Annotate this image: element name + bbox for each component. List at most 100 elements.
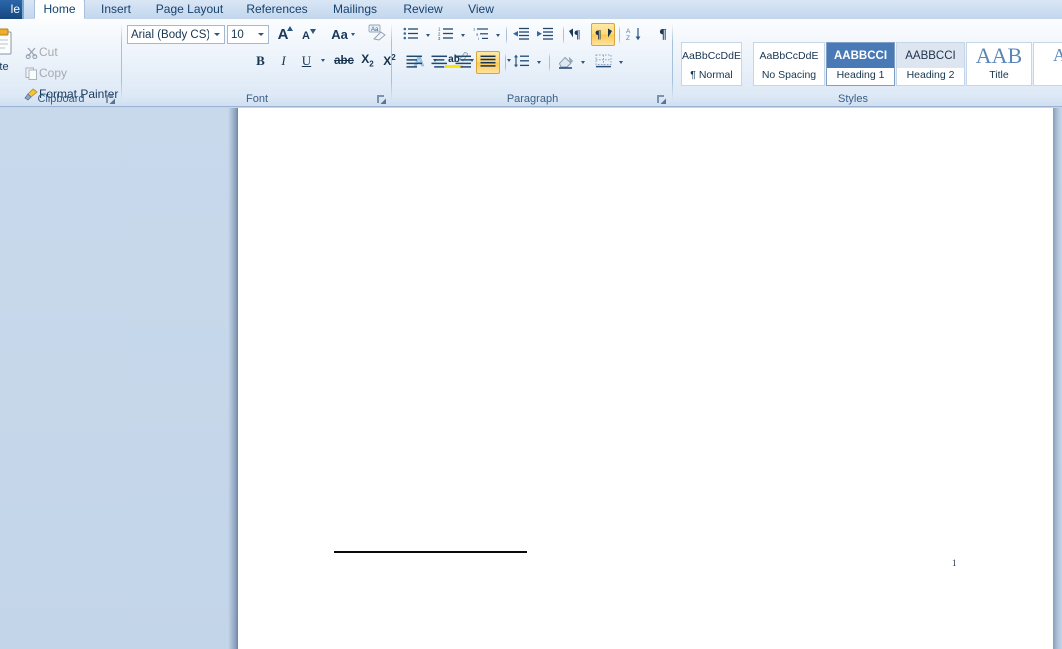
style-heading-1-label: Heading 1 (836, 69, 885, 81)
style-title[interactable]: AAB Title (966, 42, 1032, 86)
cut-label: Cut (39, 45, 58, 59)
borders-dropdown-button[interactable] (614, 52, 627, 73)
style-normal[interactable]: AaBbCcDdE ¶ Normal (681, 42, 742, 86)
font-name-dropdown-icon[interactable] (209, 26, 224, 43)
style-subtitle-preview: AA (1034, 43, 1062, 68)
italic-icon: I (281, 52, 286, 68)
ribbon-group-styles: AaBbCcDdE ¶ Normal AaBbCcDdE No Spacing … (673, 19, 1062, 107)
chevron-down-icon (618, 61, 623, 64)
chevron-down-icon (495, 33, 500, 37)
line-spacing-dropdown-button[interactable] (532, 52, 545, 73)
chevron-down-icon (536, 61, 541, 64)
right-to-left-text-direction-button[interactable]: ¶ (591, 23, 615, 46)
style-heading-2-preview: AABBCCI (897, 43, 964, 68)
multilevel-list-button[interactable]: 1 a i (470, 25, 492, 45)
rtl-text-direction-icon: ¶ (594, 27, 612, 43)
style-heading-1[interactable]: AABBCCI Heading 1 (826, 42, 895, 86)
svg-text:¶: ¶ (595, 27, 601, 40)
shading-dropdown-button[interactable] (576, 52, 589, 73)
italic-button[interactable]: I (273, 50, 294, 71)
document-page[interactable]: 1 (238, 108, 1053, 649)
group-label-clipboard: Clipboard (37, 93, 85, 105)
underline-icon: U (301, 52, 312, 68)
font-dialog-launcher[interactable] (376, 94, 387, 105)
ltr-text-direction-icon: ¶ (569, 27, 587, 43)
clear-formatting-icon: Aa (368, 24, 386, 44)
borders-icon (595, 54, 612, 71)
align-center-button[interactable] (427, 52, 451, 73)
style-no-spacing[interactable]: AaBbCcDdE No Spacing (753, 42, 825, 86)
numbering-icon: 1 2 3 (438, 27, 454, 43)
bullets-button[interactable] (400, 25, 422, 45)
copy-label: Copy (39, 66, 68, 80)
style-normal-preview: AaBbCcDdE (682, 49, 741, 62)
multilevel-list-dropdown-button[interactable] (491, 25, 504, 45)
style-subtitle[interactable]: AA S (1033, 42, 1062, 86)
strikethrough-icon: abc (334, 54, 354, 67)
paste-button[interactable]: te (0, 21, 22, 79)
shading-button[interactable] (553, 51, 577, 73)
justify-icon (480, 55, 496, 71)
font-size-value: 10 (231, 28, 244, 41)
align-right-button[interactable] (451, 52, 475, 73)
shrink-font-glyph: A (302, 29, 310, 42)
bold-button[interactable]: B (250, 50, 271, 71)
line-spacing-button[interactable] (509, 52, 533, 73)
font-size-dropdown-icon[interactable] (253, 26, 268, 43)
tab-references[interactable]: References (236, 0, 318, 19)
shading-icon (557, 56, 574, 69)
clear-formatting-button[interactable]: Aa (365, 23, 389, 45)
tab-home[interactable]: Home (34, 0, 85, 19)
tab-file[interactable]: le (0, 0, 24, 19)
sort-icon: A Z (626, 27, 643, 44)
font-size-combo[interactable]: 10 (227, 25, 269, 44)
grow-font-icon: A (278, 26, 294, 43)
decrease-indent-button[interactable] (509, 25, 533, 45)
svg-text:A: A (626, 28, 631, 35)
tab-view[interactable]: View (456, 0, 506, 19)
clipboard-dialog-launcher[interactable] (105, 94, 116, 105)
chevron-down-icon (580, 61, 585, 64)
font-name-combo[interactable]: Arial (Body CS) (127, 25, 225, 44)
bullets-icon (403, 27, 419, 43)
style-heading-2[interactable]: AABBCCI Heading 2 (896, 42, 965, 86)
svg-text:i: i (478, 36, 479, 40)
style-no-spacing-preview: AaBbCcDdE (759, 49, 819, 62)
tab-insert[interactable]: Insert (89, 0, 143, 19)
style-no-spacing-label: No Spacing (761, 69, 817, 81)
align-left-button[interactable] (402, 52, 426, 73)
underline-button[interactable]: U (296, 50, 317, 71)
ribbon-group-paragraph: 1 2 3 1 a i ¶ ¶ A Z ¶ Paragraph (392, 19, 673, 107)
sort-button[interactable]: A Z (622, 24, 646, 46)
shrink-font-icon: A (302, 28, 316, 42)
style-normal-label: ¶ Normal (690, 69, 733, 81)
numbering-button[interactable]: 1 2 3 (435, 25, 457, 45)
show-formatting-marks-button[interactable]: ¶ (652, 24, 674, 46)
scissors-icon (23, 46, 39, 59)
subscript-button[interactable]: X2 (357, 50, 378, 71)
pilcrow-icon: ¶ (659, 27, 667, 42)
line-spacing-icon (513, 54, 530, 71)
font-name-value: Arial (Body CS) (131, 28, 209, 41)
borders-button[interactable] (591, 51, 615, 73)
bullets-dropdown-button[interactable] (421, 25, 434, 45)
copy-button[interactable]: Copy (20, 64, 90, 82)
justify-button[interactable] (476, 51, 500, 74)
change-case-button[interactable]: Aa (326, 24, 360, 45)
page-number: 1 (952, 558, 957, 568)
group-label-paragraph: Paragraph (506, 93, 559, 105)
tab-mailings[interactable]: Mailings (320, 0, 390, 19)
page-left-shadow (228, 108, 238, 649)
underline-dropdown-button[interactable] (316, 50, 330, 71)
grow-font-button[interactable]: A (272, 24, 294, 45)
tab-review[interactable]: Review (392, 0, 454, 19)
strikethrough-button[interactable]: abc (332, 50, 356, 71)
increase-indent-button[interactable] (533, 25, 557, 45)
cut-button[interactable]: Cut (20, 43, 90, 61)
numbering-dropdown-button[interactable] (456, 25, 469, 45)
paragraph-dialog-launcher[interactable] (656, 94, 667, 105)
shrink-font-button[interactable]: A (295, 24, 317, 45)
svg-text:¶: ¶ (574, 27, 580, 40)
tab-page-layout[interactable]: Page Layout (147, 0, 232, 19)
left-to-right-text-direction-button[interactable]: ¶ (566, 24, 590, 46)
